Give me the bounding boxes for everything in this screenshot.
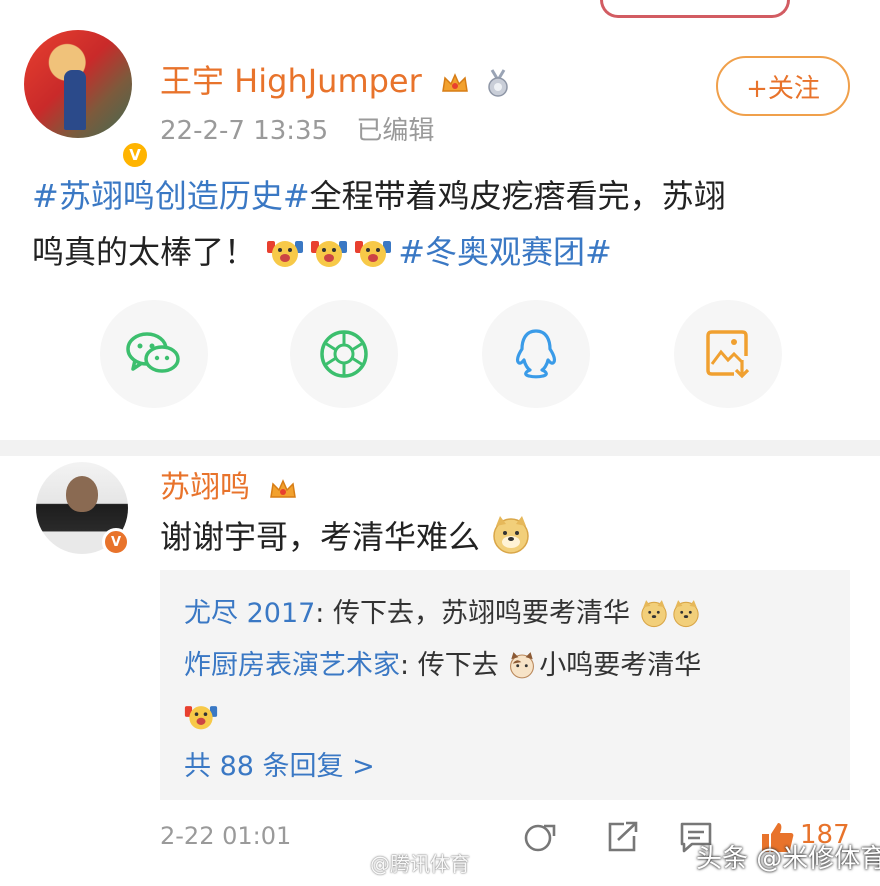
post-text-line2: 鸣真的太棒了！ xyxy=(32,233,257,271)
verified-badge-icon: V xyxy=(120,140,150,170)
author-name[interactable]: 苏翊鸣 xyxy=(160,470,250,505)
qq-icon xyxy=(515,329,557,379)
share-qq-button[interactable] xyxy=(482,300,590,408)
reply-item: 炸厨房表演艺术家: 传下去 小鸣要考清华 xyxy=(184,640,826,744)
section-divider xyxy=(0,440,880,456)
save-image-icon xyxy=(706,330,750,379)
reply-author[interactable]: 尤尽 2017 xyxy=(184,598,315,629)
verified-badge-icon: V xyxy=(102,528,130,556)
hashtag-link[interactable]: #冬奥观赛团# xyxy=(398,233,612,271)
edited-label[interactable]: 已编辑 xyxy=(356,116,434,146)
reply-text: 传下去，苏翊鸣要考清华 xyxy=(324,598,630,629)
medal-icon xyxy=(488,69,508,97)
comment-avatar[interactable]: V xyxy=(36,462,130,556)
share-icon[interactable] xyxy=(604,820,640,854)
follow-button[interactable]: +关注 xyxy=(716,56,850,116)
reply-preview-box[interactable]: 尤尽 2017: 传下去，苏翊鸣要考清华 炸厨房表演艺术家: 传下去 小鸣要考清… xyxy=(160,570,850,800)
repost-icon[interactable] xyxy=(522,820,558,854)
cheering-emoji-icon xyxy=(311,241,348,267)
hashtag-link[interactable]: #苏翊鸣创造历史# xyxy=(32,177,310,215)
share-bar xyxy=(0,300,880,410)
post-avatar[interactable]: V xyxy=(24,30,150,170)
cheering-emoji-icon xyxy=(355,241,392,267)
doge-emoji-icon xyxy=(640,600,667,628)
cat-emoji-icon xyxy=(510,652,535,679)
crown-icon xyxy=(269,478,296,498)
cheering-emoji-icon xyxy=(267,241,304,267)
post-meta: 22-2-7 13:35 已编辑 xyxy=(160,110,434,147)
more-replies-link[interactable]: 共 88 条回复 > xyxy=(184,744,375,783)
share-moments-button[interactable] xyxy=(290,300,398,408)
post-author[interactable]: 王宇 HighJumper xyxy=(160,56,512,102)
save-image-button[interactable] xyxy=(674,300,782,408)
wechat-icon xyxy=(126,332,180,373)
reply-author[interactable]: 炸厨房表演艺术家 xyxy=(184,650,400,681)
weibo-watermark: @腾讯体育 xyxy=(370,852,470,876)
post-text-line1: 全程带着鸡皮疙瘩看完，苏翊 xyxy=(309,177,726,215)
author-name[interactable]: 王宇 HighJumper xyxy=(160,62,422,100)
post-body: #苏翊鸣创造历史#全程带着鸡皮疙瘩看完，苏翊 鸣真的太棒了！ #冬奥观赛团# xyxy=(32,168,852,280)
reply-separator: : xyxy=(400,650,410,681)
cheering-emoji-icon xyxy=(184,706,218,730)
avatar-image xyxy=(24,30,132,138)
moments-icon xyxy=(320,330,368,378)
comment-body: 谢谢宇哥，考清华难么 xyxy=(160,512,538,558)
weibo-post: V 王宇 HighJumper 22-2-7 13:35 已编辑 +关注 #苏翊… xyxy=(0,0,880,440)
crown-icon xyxy=(442,73,468,92)
toutiao-watermark: 头条 @米修体育 xyxy=(696,844,880,874)
doge-emoji-icon xyxy=(493,516,529,554)
share-wechat-button[interactable] xyxy=(100,300,208,408)
comment-time: 2-22 01:01 xyxy=(160,822,292,850)
doge-emoji-icon xyxy=(672,600,699,628)
reply-text: 传下去 xyxy=(409,650,499,681)
comment-author[interactable]: 苏翊鸣 xyxy=(160,462,298,506)
reply-text: 小鸣要考清华 xyxy=(539,650,702,681)
reply-item: 尤尽 2017: 传下去，苏翊鸣要考清华 xyxy=(184,588,826,640)
post-date: 22-2-7 13:35 xyxy=(160,116,329,146)
comment-text: 谢谢宇哥，考清华难么 xyxy=(160,518,481,556)
